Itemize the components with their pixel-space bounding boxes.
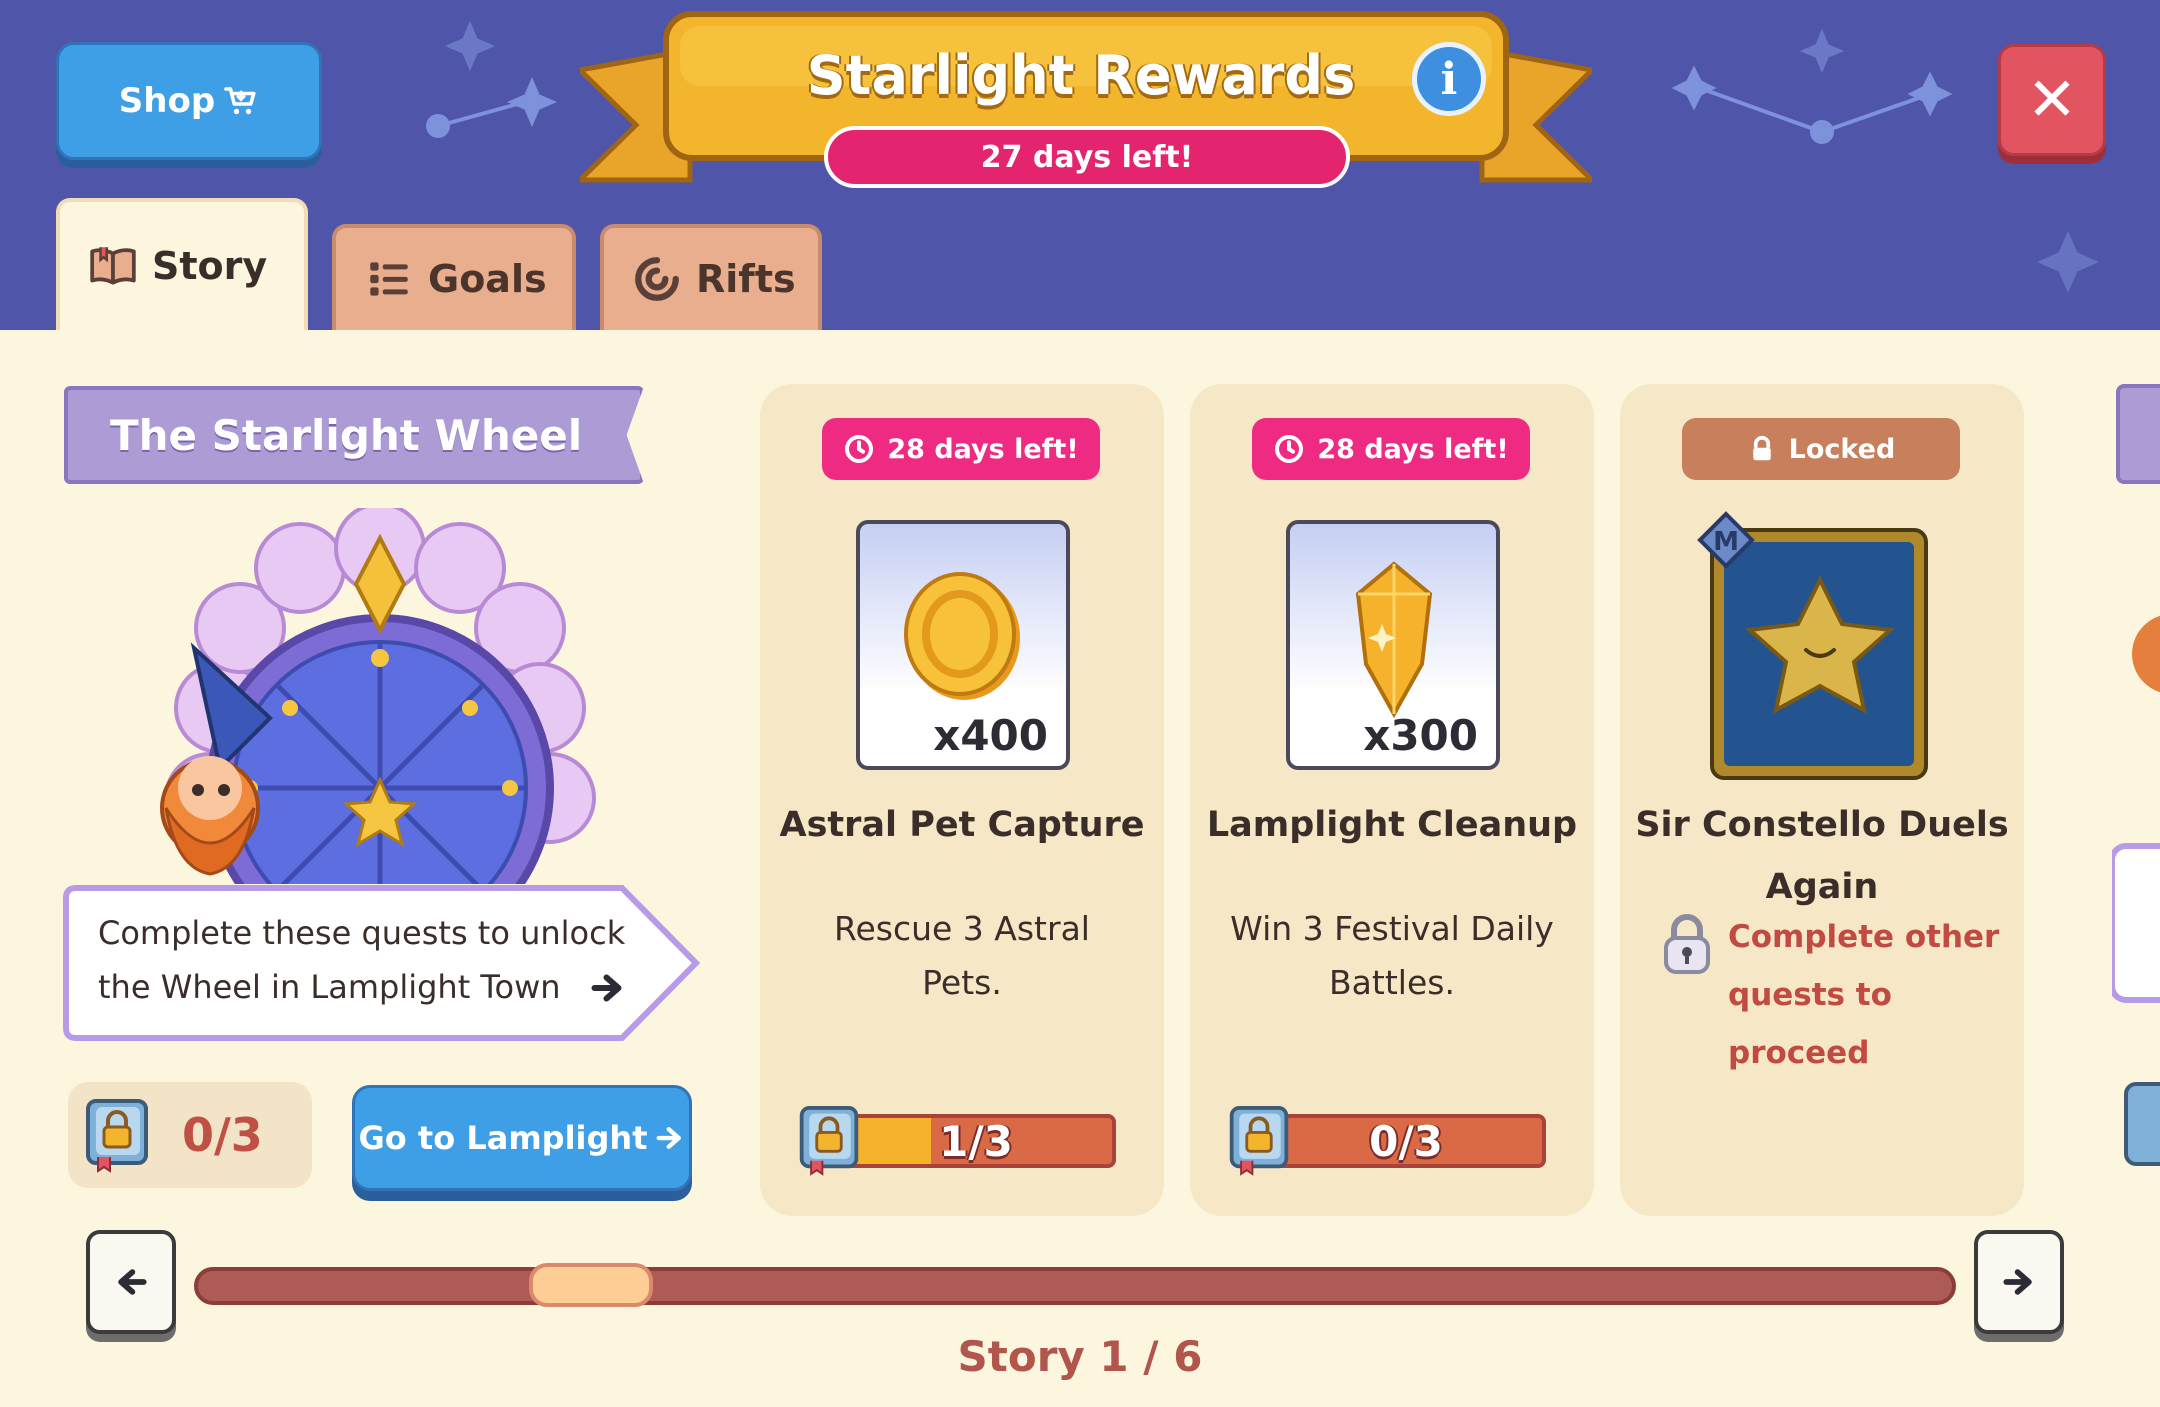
- tab-label: Story: [152, 244, 268, 288]
- quest-locked-badge: Locked: [1682, 418, 1960, 480]
- quest-timer-badge: 28 days left!: [822, 418, 1100, 480]
- story-pager-track[interactable]: [194, 1267, 1956, 1305]
- previous-page-button[interactable]: [86, 1230, 176, 1334]
- quest-name: Sir Constello Duels Again: [1635, 805, 2009, 907]
- story-progress: 0/3: [68, 1082, 312, 1188]
- reward-quantity: x400: [933, 711, 1048, 760]
- event-days-left: 27 days left!: [824, 126, 1350, 188]
- swirl-icon: [635, 257, 679, 301]
- quest-name: Lamplight Cleanup: [1206, 805, 1578, 845]
- cart-icon: [224, 87, 256, 115]
- progress-text: 0/3: [1369, 1116, 1443, 1166]
- shop-button[interactable]: Shop: [56, 42, 322, 160]
- close-button[interactable]: ✕: [1998, 44, 2106, 156]
- star-monster-card-icon: M: [1697, 511, 1928, 780]
- clock-icon: [845, 435, 874, 463]
- story-title: The Starlight Wheel: [64, 386, 644, 484]
- story-progress-value: 0/3: [182, 1108, 263, 1162]
- arrow-right-icon: [591, 974, 622, 1002]
- quest-card[interactable]: 28 days left! x400 Astral Pet Capture Re…: [760, 384, 1164, 1216]
- go-to-lamplight-button[interactable]: Go to Lamplight: [352, 1085, 692, 1191]
- quest-timer-text: 28 days left!: [1317, 433, 1509, 465]
- next-page-button[interactable]: [1974, 1230, 2064, 1334]
- tab-rifts[interactable]: Rifts: [600, 224, 822, 330]
- reward-tile: x400: [856, 520, 1070, 770]
- arrow-left-icon: [118, 1269, 147, 1295]
- quest-locked-text: Locked: [1788, 433, 1896, 465]
- event-title: Starlight Rewards: [806, 44, 1356, 107]
- tab-story[interactable]: Story: [56, 198, 308, 330]
- quest-lock-message: Complete other quests to proceed: [1728, 919, 2000, 1071]
- svg-text:M: M: [1713, 527, 1739, 557]
- shop-label: Shop: [118, 81, 216, 121]
- story-pager-thumb[interactable]: [528, 1263, 653, 1307]
- reward-quantity: x300: [1363, 711, 1478, 760]
- quest-description: Rescue 3 Astral Pets.: [834, 909, 1090, 1002]
- book-icon: [90, 247, 136, 285]
- locked-book-icon: [86, 1099, 148, 1173]
- arrow-right-icon: [657, 1127, 682, 1149]
- starlight-wheel-illustration: [160, 508, 596, 884]
- clock-icon: [1275, 435, 1304, 463]
- list-icon: [370, 262, 408, 296]
- quest-progress-bar: 0/3: [1226, 1104, 1546, 1176]
- quest-timer-text: 28 days left!: [887, 433, 1079, 465]
- quest-card[interactable]: 28 days left! x300 Lamplight Cleanup Win…: [1190, 384, 1594, 1216]
- quest-name: Astral Pet Capture: [779, 805, 1145, 845]
- quest-progress-bar: 1/3: [796, 1104, 1116, 1176]
- tab-label: Goals: [428, 257, 547, 301]
- arrow-right-icon: [2003, 1269, 2032, 1295]
- info-icon[interactable]: i: [1412, 42, 1486, 116]
- quest-timer-badge: 28 days left!: [1252, 418, 1530, 480]
- locked-book-icon: [799, 1106, 859, 1176]
- progress-text: 1/3: [939, 1116, 1013, 1166]
- story-page-indicator: Story 1 / 6: [957, 1332, 1203, 1381]
- next-story-panel-peek: [2112, 384, 2160, 1166]
- locked-book-icon: [1229, 1106, 1289, 1176]
- go-to-lamplight-label: Go to Lamplight: [358, 1119, 648, 1157]
- story-description: Complete these quests to unlock the Whee…: [98, 914, 626, 1006]
- lock-icon: [1752, 435, 1771, 461]
- tab-label: Rifts: [696, 257, 796, 301]
- close-icon: ✕: [2026, 65, 2078, 135]
- quest-card-locked[interactable]: Locked M Sir Constello Duels Again: [1620, 384, 2024, 1216]
- reward-tile: x300: [1286, 520, 1500, 770]
- quest-description: Win 3 Festival Daily Battles.: [1230, 909, 1554, 1002]
- tab-goals[interactable]: Goals: [332, 224, 576, 330]
